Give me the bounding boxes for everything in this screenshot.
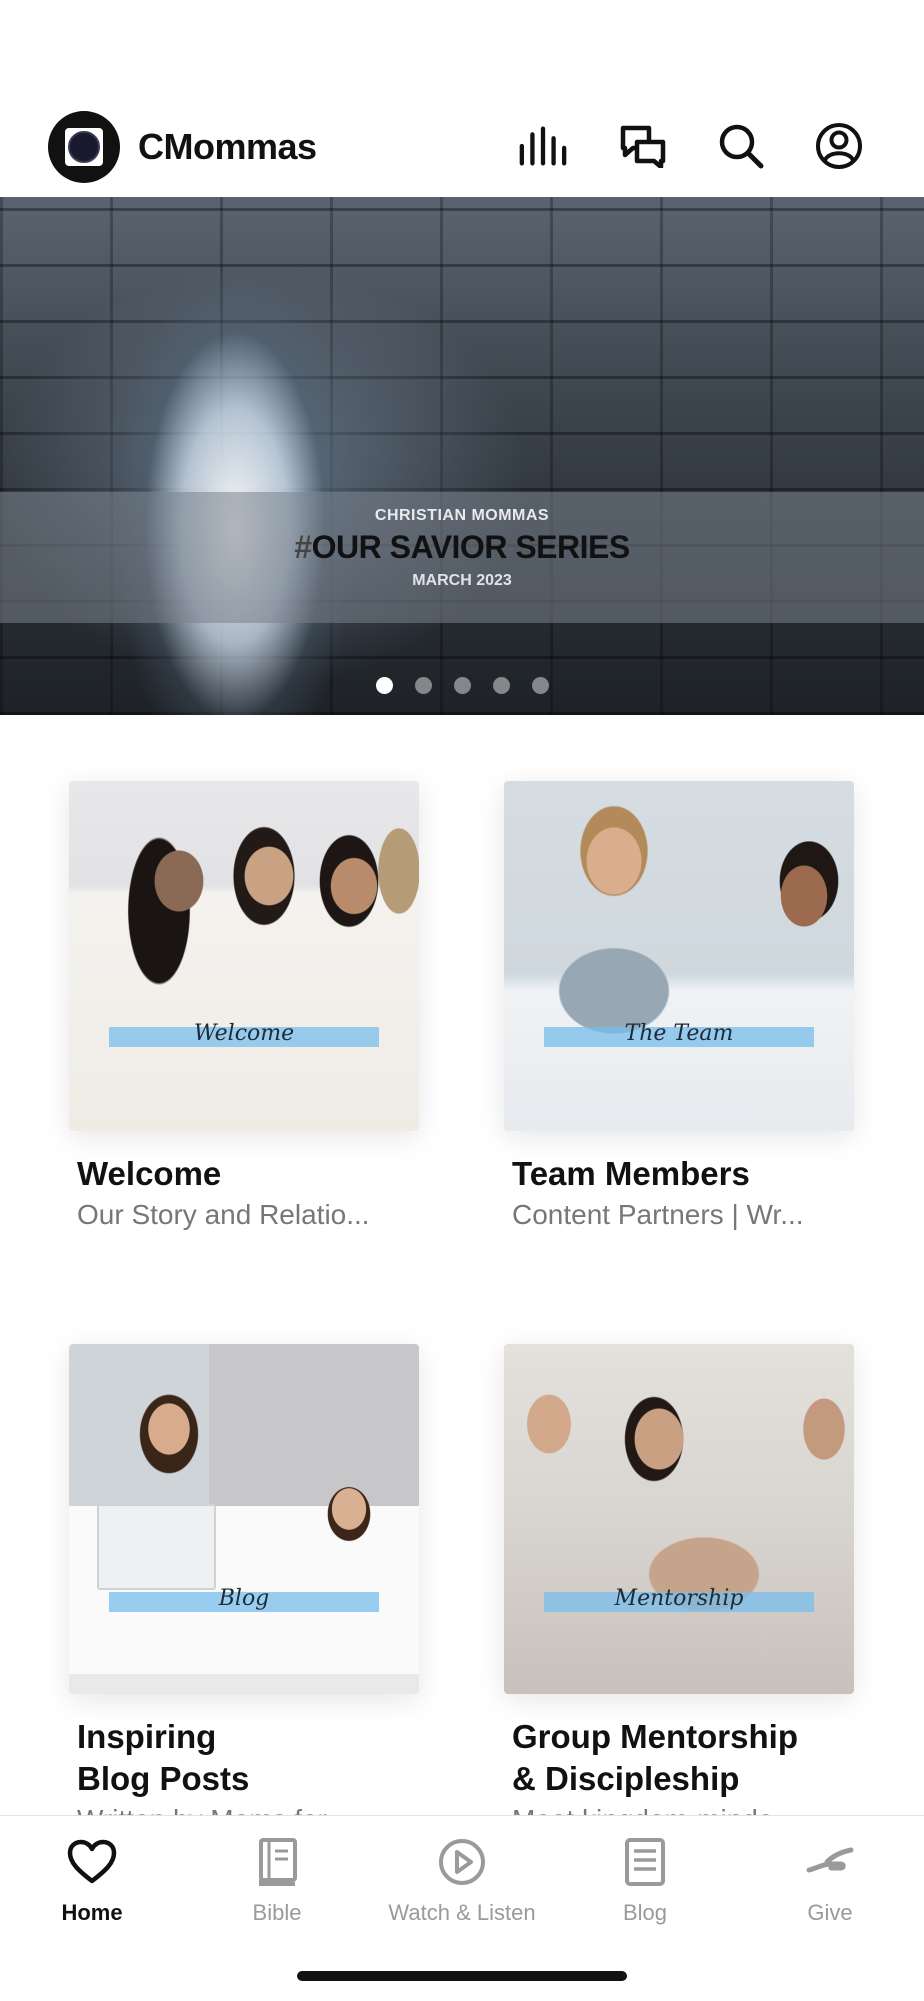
tab-label: Blog [622,1900,668,1925]
card-title-line-2: & Discipleship [512,1760,740,1797]
card-title-line-1: Inspiring [77,1718,217,1755]
image-overlay-text: Blog [218,1586,270,1611]
card-welcome[interactable]: Welcome Welcome Our Story and Relatio... [69,781,419,1231]
carousel-dot-1[interactable] [375,677,393,694]
card-title: Welcome [77,1155,222,1192]
logo-mark [65,128,103,166]
card-subtitle: Our Story and Relatio... [77,1199,370,1230]
laptop-shape [97,1504,216,1590]
banner-hash: # [294,529,312,565]
tab-watch-listen[interactable]: Watch & Listen [370,1834,554,1926]
carousel-dot-4[interactable] [492,677,510,694]
card-image: Blog [69,1344,419,1694]
profile-icon[interactable] [814,121,864,171]
tab-label: Home [61,1900,123,1925]
card-title-line-1: Group Mentorship [512,1718,798,1755]
image-overlay-text: Welcome [193,1021,295,1046]
carousel-dot-3[interactable] [453,677,471,694]
card-image: The Team [504,781,854,1131]
tab-label: Give [807,1900,853,1925]
document-icon [553,1834,737,1890]
card-title: Inspiring Blog Posts [77,1716,419,1800]
tab-home[interactable]: Home [0,1834,184,1926]
card-image: Welcome [69,781,419,1131]
card-group-mentorship[interactable]: Mentorship Group Mentorship & Discipleshi… [504,1344,854,1836]
banner-title-text: OUR SAVIOR SERIES [311,529,631,565]
card-image: Mentorship [504,1344,854,1694]
carousel-dot-5[interactable] [531,677,549,694]
tab-label: Bible [252,1900,302,1925]
carousel-dot-2[interactable] [414,677,432,694]
carousel-pagination [0,677,924,694]
heart-icon [0,1834,184,1890]
image-overlay-text: The Team [624,1021,734,1046]
card-title: Team Members [512,1155,750,1192]
card-blog-posts[interactable]: Blog InspiringBlog Posts Written by Moms… [69,1344,419,1836]
give-icon [738,1834,922,1890]
app-header: CMommas [0,0,924,197]
app-logo[interactable] [48,111,120,183]
stats-icon[interactable] [518,121,568,171]
hero-carousel[interactable]: CHRISTIAN MOMMAS #OUR SAVIOR SERIES MARC… [0,197,924,715]
card-team-members[interactable]: The Team Team Members Content Partners |… [504,781,854,1231]
tab-label: Watch & Listen [388,1900,536,1925]
card-title: Group Mentorship & Discipleship [512,1716,854,1800]
banner-date: MARCH 2023 [412,572,512,589]
tab-blog[interactable]: Blog [553,1834,737,1926]
banner-text: CHRISTIAN MOMMAS #OUR SAVIOR SERIES MARC… [0,507,924,590]
image-overlay-text: Mentorship [614,1586,744,1611]
book-icon [185,1834,369,1890]
logo-emblem [68,131,100,163]
play-icon [370,1834,554,1890]
tab-give[interactable]: Give [738,1834,922,1926]
tab-bible[interactable]: Bible [185,1834,369,1926]
card-title-line-2: Blog Posts [77,1760,250,1797]
chat-icon[interactable] [618,121,668,171]
banner-kicker: CHRISTIAN MOMMAS [374,507,550,524]
app-title: CMommas [138,126,317,167]
banner-title: #OUR SAVIOR SERIES [0,529,924,566]
home-indicator[interactable] [297,1971,627,1981]
card-subtitle: Content Partners | Wr... [512,1199,804,1230]
search-icon[interactable] [716,121,766,171]
